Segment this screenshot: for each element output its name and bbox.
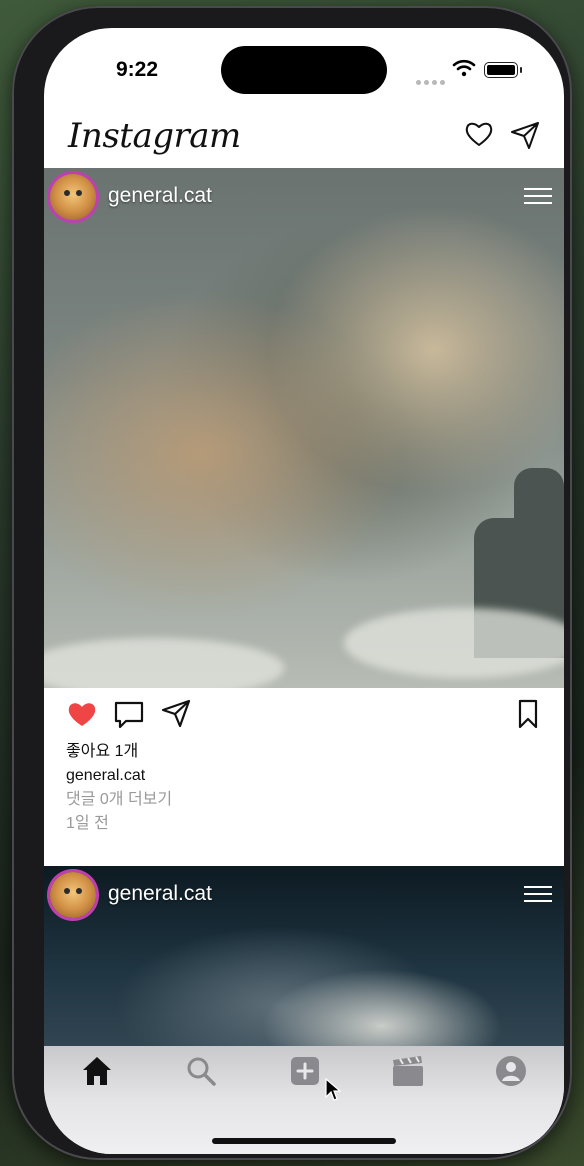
post-username-2[interactable]: general.cat [108, 882, 212, 906]
wifi-icon [452, 59, 476, 77]
status-bar: 9:22 [44, 28, 564, 108]
status-time: 9:22 [116, 58, 159, 81]
menu-icon[interactable] [524, 188, 552, 209]
search-icon[interactable] [184, 1054, 218, 1088]
add-icon[interactable] [288, 1054, 322, 1088]
post-user-row: general.cat [44, 168, 564, 226]
menu-icon[interactable] [524, 886, 552, 907]
reels-icon[interactable] [390, 1054, 426, 1088]
post-time: 1일 전 [66, 815, 109, 832]
app-screen: 9:22 Instagram general.cat 좋아요 1개 genera… [44, 28, 564, 1154]
post-actions [44, 688, 564, 748]
phone-frame: 9:22 Instagram general.cat 좋아요 1개 genera… [12, 6, 572, 1160]
share-icon[interactable] [160, 698, 192, 728]
signal-dots-icon [416, 72, 448, 90]
profile-icon[interactable] [494, 1054, 528, 1088]
battery-icon [484, 62, 522, 78]
like-heart-icon[interactable] [66, 700, 98, 728]
post-image[interactable]: general.cat [44, 168, 564, 688]
home-indicator[interactable] [212, 1138, 396, 1144]
likes-count[interactable]: 좋아요 1개 [66, 740, 546, 764]
bookmark-icon[interactable] [516, 698, 540, 730]
home-icon[interactable] [80, 1054, 114, 1088]
send-icon[interactable] [509, 120, 541, 150]
comment-icon[interactable] [112, 698, 146, 730]
caption-username[interactable]: general.cat [66, 764, 546, 788]
post-image-2[interactable]: general.cat [44, 866, 564, 1066]
post-meta: 좋아요 1개 general.cat 댓글 0개 더보기 1일 전 [66, 740, 546, 836]
mouse-cursor-icon [325, 1078, 341, 1101]
dynamic-island [221, 46, 387, 94]
post-username[interactable]: general.cat [108, 184, 212, 208]
app-header: Instagram [44, 108, 564, 168]
heart-icon[interactable] [464, 120, 494, 148]
view-comments-link[interactable]: 댓글 0개 더보기 [66, 788, 546, 812]
avatar[interactable] [50, 872, 96, 918]
app-logo: Instagram [68, 116, 241, 156]
avatar[interactable] [50, 174, 96, 220]
post-user-row-2: general.cat [44, 866, 564, 924]
